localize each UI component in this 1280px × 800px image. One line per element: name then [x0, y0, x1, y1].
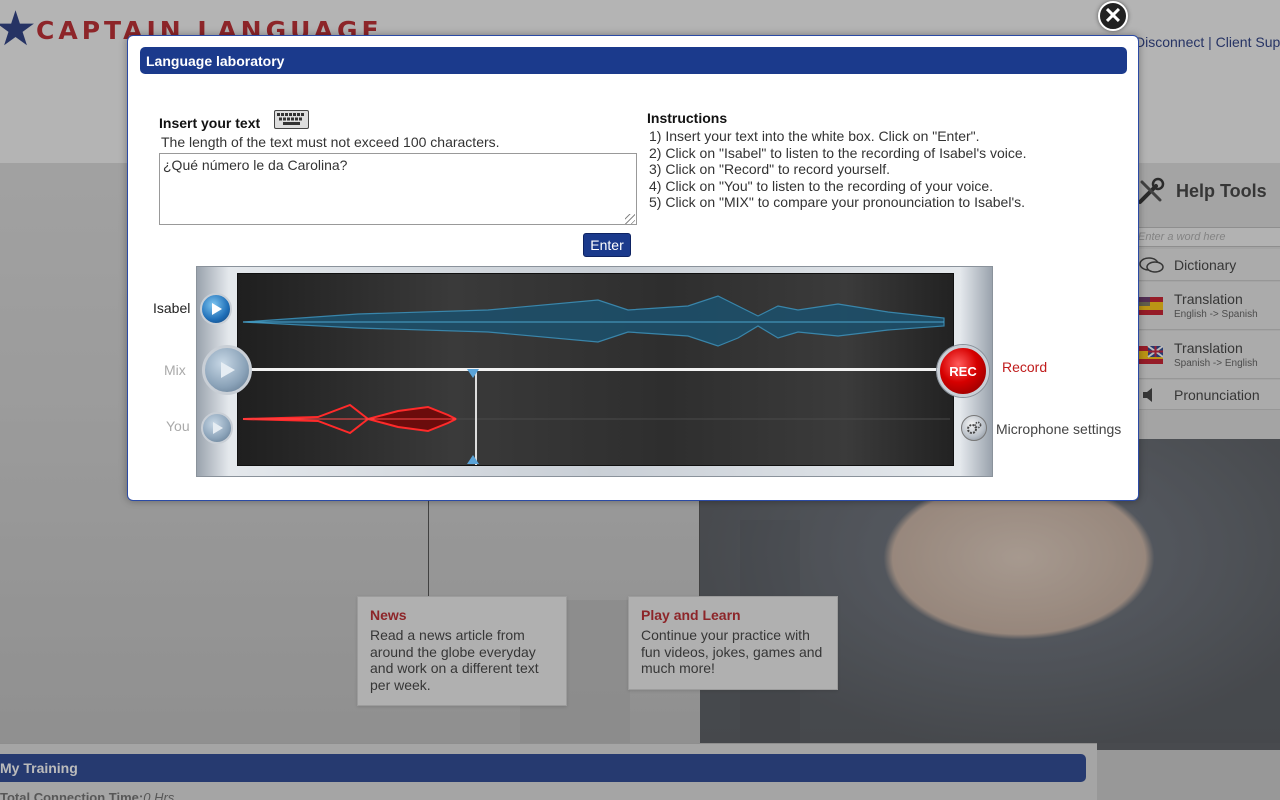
- instruction-item: 1) Insert your text into the white box. …: [649, 128, 980, 144]
- you-waveform: [242, 403, 950, 435]
- play-icon: [221, 362, 235, 378]
- isabel-waveform: [242, 295, 945, 347]
- instruction-item: 4) Click on "You" to listen to the recor…: [649, 177, 994, 194]
- microphone-settings-label[interactable]: Microphone settings: [996, 421, 1121, 437]
- instructions-list: 1) Insert your text into the white box. …: [649, 128, 1027, 211]
- mix-label[interactable]: Mix: [164, 362, 186, 378]
- playhead-top-marker: [467, 369, 479, 378]
- rec-button-label: REC: [949, 363, 977, 379]
- gear-icon: [967, 421, 982, 434]
- text-input[interactable]: [159, 153, 637, 225]
- play-isabel-button[interactable]: [200, 293, 232, 325]
- instruction-item: 5) Click on "MIX" to compare your pronou…: [649, 194, 1026, 210]
- you-label[interactable]: You: [166, 418, 190, 434]
- play-you-button[interactable]: [201, 412, 233, 444]
- record-label[interactable]: Record: [1002, 359, 1047, 375]
- playhead-cursor[interactable]: [475, 371, 477, 465]
- playhead-bottom-marker: [467, 455, 479, 464]
- microphone-settings-button[interactable]: [961, 415, 987, 441]
- insert-text-label: Insert your text: [159, 115, 261, 131]
- waveform-screen: [237, 273, 954, 466]
- enter-button[interactable]: Enter: [583, 233, 631, 257]
- language-lab-modal: Language laboratory Insert your text The…: [127, 35, 1139, 501]
- instruction-item: 3) Click on "Record" to record yourself.: [649, 161, 891, 177]
- play-mix-button[interactable]: [202, 345, 252, 395]
- close-modal-button[interactable]: ✕: [1098, 1, 1128, 31]
- resize-handle[interactable]: [625, 214, 635, 224]
- close-icon: ✕: [1103, 3, 1123, 28]
- play-icon: [212, 303, 222, 315]
- recorder-device: [196, 266, 993, 477]
- length-note: The length of the text must not exceed 1…: [161, 134, 500, 150]
- rec-button[interactable]: REC: [937, 345, 989, 397]
- instructions-title: Instructions: [647, 110, 728, 126]
- isabel-label[interactable]: Isabel: [153, 300, 190, 316]
- instruction-item: 2) Click on "Isabel" to listen to the re…: [649, 144, 1027, 161]
- keyboard-icon[interactable]: [274, 110, 309, 129]
- play-icon: [213, 422, 223, 434]
- modal-title: Language laboratory: [140, 47, 1127, 74]
